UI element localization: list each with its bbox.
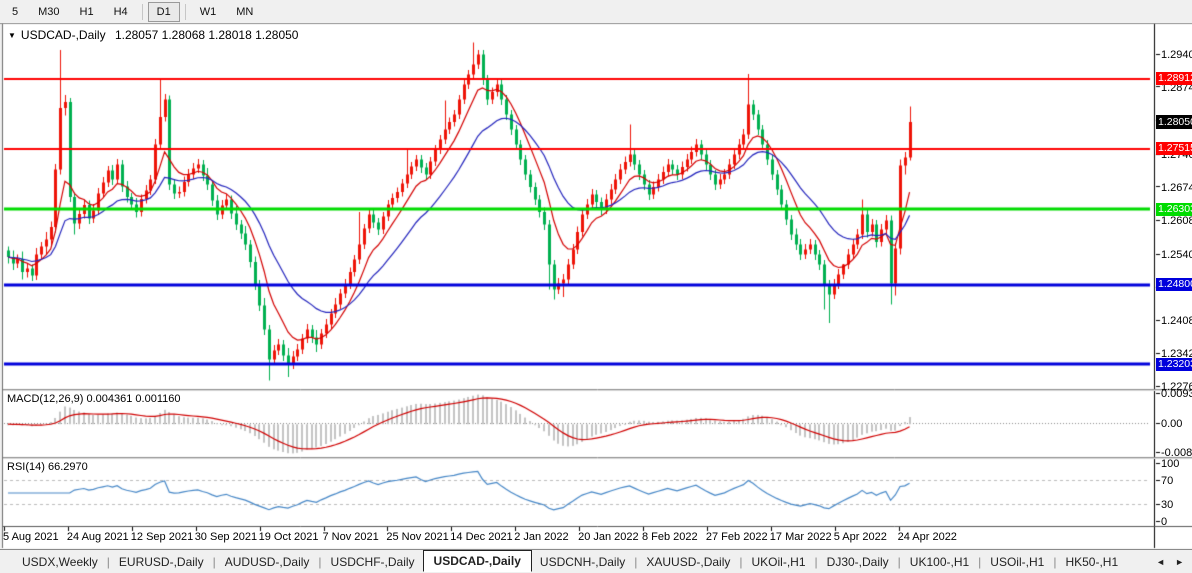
tab-usdx-weekly[interactable]: USDX,Weekly [14,553,106,571]
timeframe-toolbar: 5M30H1H4 D1 W1MN [0,0,1192,23]
tab-separator: | [318,555,321,569]
timeframe-button-h1[interactable]: H1 [71,2,103,22]
date-tick-label: 14 Dec 2021 [450,531,512,543]
timeframe-button-w1[interactable]: W1 [191,2,226,22]
date-tick-label: 8 Feb 2022 [642,531,698,543]
tab-usoil-h1[interactable]: USOil-,H1 [982,553,1052,571]
tab-usdchf-daily[interactable]: USDCHF-,Daily [323,553,423,571]
price-tick-label: 1.24080 [1161,315,1192,327]
price-tick-label: 1.25400 [1161,249,1192,261]
price-tick-label: 1.26740 [1161,182,1192,194]
trading-app-window: 5M30H1H4 D1 W1MN ▼ USDCAD-,Daily 1.28057 1.… [0,0,1192,573]
price-tick-label: 1.29400 [1161,49,1192,61]
tab-separator: | [107,555,110,569]
tab-uk100-h1[interactable]: UK100-,H1 [902,553,977,571]
tab-separator: | [1053,555,1056,569]
chart-canvas[interactable] [0,0,1192,573]
tab-separator: | [739,555,742,569]
tab-scroll-left-icon[interactable]: ◄ [1156,557,1165,567]
toolbar-separator [185,4,186,20]
timeframe-button-mn[interactable]: MN [227,2,262,22]
date-tick-label: 30 Sep 2021 [195,531,257,543]
chart-dropdown-icon[interactable]: ▼ [8,31,16,40]
chart-tab-bar: USDX,Weekly|EURUSD-,Daily|AUDUSD-,Daily|… [0,549,1192,573]
macd-indicator-label: MACD(12,26,9) 0.004361 0.001160 [7,393,180,405]
tab-ukoil-h1[interactable]: UKOil-,H1 [744,553,814,571]
rsi-tick-label: 30 [1161,499,1173,511]
tab-xauusd-daily[interactable]: XAUUSD-,Daily [638,553,738,571]
tab-dj30-daily[interactable]: DJ30-,Daily [819,553,897,571]
price-level-chip: 1.26303 [1156,203,1192,216]
current-price-chip: 1.28050 [1156,115,1192,129]
timeframe-button-m30[interactable]: M30 [29,2,68,22]
price-level-chip: 1.24800 [1156,278,1192,291]
price-level-chip: 1.28912 [1156,72,1192,85]
tab-separator: | [634,555,637,569]
toolbar-separator [142,4,143,20]
chart-ohlc-values: 1.28057 1.28068 1.28018 1.28050 [115,28,299,42]
date-tick-label: 25 Nov 2021 [386,531,448,543]
timeframe-button-h4[interactable]: H4 [105,2,137,22]
tab-usdcnh-daily[interactable]: USDCNH-,Daily [532,553,633,571]
tab-eurusd-daily[interactable]: EURUSD-,Daily [111,553,212,571]
macd-tick-label: 0.009345 [1161,388,1192,400]
macd-tick-label: 0.00 [1161,418,1182,430]
date-tick-label: 12 Sep 2021 [131,531,193,543]
tab-scroll-right-icon[interactable]: ► [1175,557,1184,567]
rsi-tick-label: 100 [1161,458,1179,470]
chart-symbol-label: USDCAD-,Daily [21,28,106,42]
rsi-tick-label: 70 [1161,475,1173,487]
tab-audusd-daily[interactable]: AUDUSD-,Daily [217,553,318,571]
date-tick-label: 7 Nov 2021 [323,531,379,543]
tab-separator: | [978,555,981,569]
timeframe-button-d1[interactable]: D1 [148,2,180,22]
tab-scroll-arrows: ◄► [1156,557,1184,567]
date-tick-label: 5 Apr 2022 [834,531,887,543]
tab-separator: | [213,555,216,569]
date-tick-label: 19 Oct 2021 [259,531,319,543]
chart-title: ▼ USDCAD-,Daily 1.28057 1.28068 1.28018 1… [8,28,298,42]
date-tick-label: 2 Jan 2022 [514,531,568,543]
tab-usdcad-daily[interactable]: USDCAD-,Daily [423,550,532,572]
rsi-tick-label: 0 [1161,516,1167,528]
price-level-chip: 1.23203 [1156,358,1192,371]
tab-separator: | [815,555,818,569]
timeframe-button-5[interactable]: 5 [3,2,27,22]
date-tick-label: 17 Mar 2022 [770,531,832,543]
date-tick-label: 24 Apr 2022 [898,531,957,543]
price-tick-label: 1.26080 [1161,215,1192,227]
date-tick-label: 5 Aug 2021 [3,531,59,543]
price-level-chip: 1.27515 [1156,142,1192,155]
date-tick-label: 20 Jan 2022 [578,531,639,543]
tab-separator: | [898,555,901,569]
date-tick-label: 27 Feb 2022 [706,531,768,543]
tab-hk50-h1[interactable]: HK50-,H1 [1057,553,1126,571]
date-tick-label: 24 Aug 2021 [67,531,129,543]
rsi-indicator-label: RSI(14) 66.2970 [7,461,88,473]
